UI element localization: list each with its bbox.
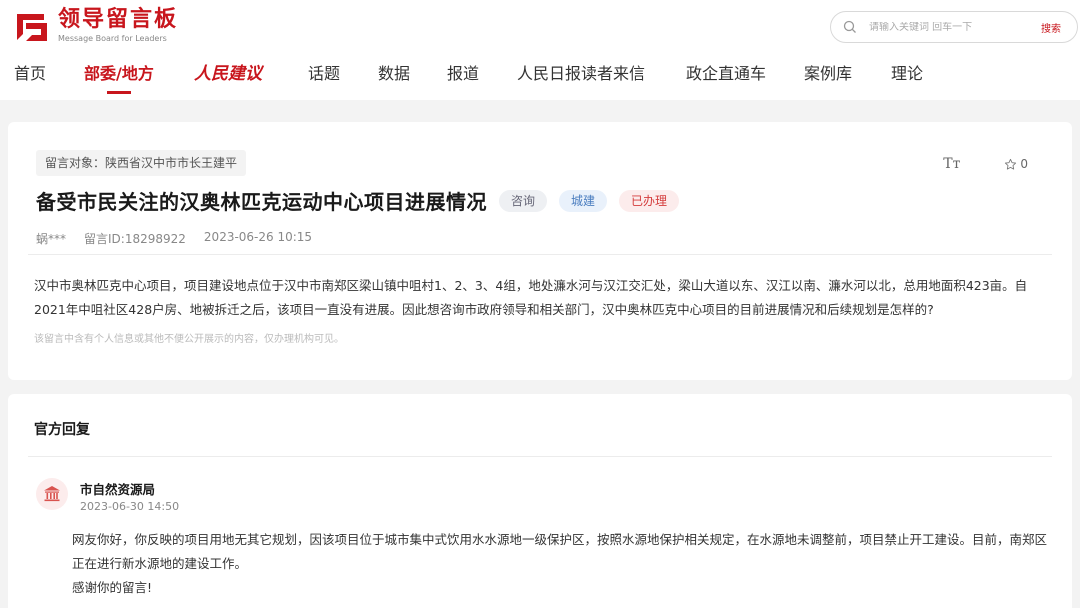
reply-card: 官方回复 市自然资源局 2023-06-30 14:50 网友你好，你反映的项目… — [8, 394, 1072, 608]
site-header: 领导留言板 Message Board for Leaders 搜索 首页 部委… — [0, 0, 1080, 100]
search-box: 搜索 — [830, 11, 1078, 43]
favorite-button[interactable]: 0 — [1004, 157, 1028, 171]
nav-ministries-local[interactable]: 部委/地方 — [84, 60, 154, 96]
message-card: 留言对象：陕西省汉中市市长王建平 Tт 0 备受市民关注的汉奥林匹克运动中心项目… — [8, 122, 1072, 380]
reply-organization: 市自然资源局 — [80, 482, 156, 497]
badge-urban-construction: 城建 — [559, 189, 608, 212]
reply-divider — [28, 456, 1052, 457]
nav-reports[interactable]: 报道 — [447, 60, 479, 96]
search-input[interactable] — [869, 21, 1019, 33]
logo-mark-icon — [14, 8, 50, 44]
nav-data[interactable]: 数据 — [378, 60, 410, 96]
reply-thanks: 感谢你的留言! — [72, 580, 153, 595]
logo-subtitle: Message Board for Leaders — [58, 34, 167, 43]
nav-case-library[interactable]: 案例库 — [804, 60, 852, 96]
site-logo[interactable]: 领导留言板 Message Board for Leaders — [14, 8, 178, 44]
badge-handled: 已办理 — [619, 189, 680, 212]
message-title: 备受市民关注的汉奥林匹克运动中心项目进展情况 — [36, 190, 487, 214]
star-icon — [1005, 158, 1017, 170]
message-tools: Tт 0 — [943, 156, 1028, 172]
badge-inquiry: 咨询 — [499, 189, 548, 212]
reply-text: 网友你好，你反映的项目用地无其它规划，因该项目位于城市集中式饮用水水源地一级保护… — [72, 532, 1048, 571]
message-body: 汉中市奥林匹克中心项目，项目建设地点位于汉中市南郑区梁山镇中咀村1、2、3、4组… — [34, 278, 1028, 317]
reply-time: 2023-06-30 14:50 — [80, 500, 180, 513]
message-title-row: 备受市民关注的汉奥林匹克运动中心项目进展情况 咨询 城建 已办理 — [36, 186, 680, 215]
logo-title: 领导留言板 — [58, 7, 179, 32]
favorite-count: 0 — [1020, 157, 1028, 171]
reply-body: 网友你好，你反映的项目用地无其它规划，因该项目位于城市集中式饮用水水源地一级保护… — [72, 528, 1052, 600]
message-author: 蜗*** — [36, 232, 67, 246]
reply-heading: 官方回复 — [34, 422, 90, 438]
message-meta: 蜗*** 留言ID:18298922 2023-06-26 10:15 — [36, 230, 330, 247]
government-building-icon — [36, 478, 68, 510]
nav-topics[interactable]: 话题 — [308, 60, 340, 96]
nav-readers-letters[interactable]: 人民日报读者来信 — [517, 60, 645, 96]
message-id: 留言ID:18298922 — [84, 232, 186, 246]
nav-enterprise-express[interactable]: 政企直通车 — [686, 60, 766, 96]
nav-people-suggestions[interactable]: 人民建议 — [194, 60, 262, 96]
privacy-note: 该留言中含有个人信息或其他不便公开展示的内容，仅办理机构可见。 — [34, 334, 344, 345]
message-target[interactable]: 留言对象：陕西省汉中市市长王建平 — [36, 150, 247, 176]
nav-home[interactable]: 首页 — [14, 60, 46, 96]
font-size-button[interactable]: Tт — [943, 156, 960, 172]
search-button[interactable]: 搜索 — [1041, 20, 1061, 35]
nav-theory[interactable]: 理论 — [891, 60, 923, 96]
search-icon — [843, 20, 856, 33]
message-divider — [28, 254, 1052, 255]
message-time: 2023-06-26 10:15 — [203, 230, 313, 244]
